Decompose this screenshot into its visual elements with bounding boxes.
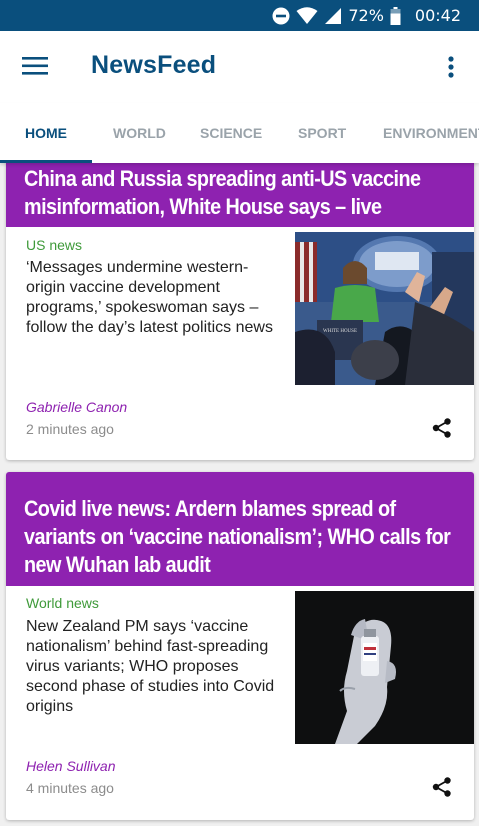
status-bar: 72% 00:42 bbox=[0, 0, 479, 31]
article-author: Helen Sullivan bbox=[26, 758, 116, 774]
more-vert-icon[interactable] bbox=[444, 53, 458, 83]
article-card[interactable]: China and Russia spreading anti-US vacci… bbox=[6, 150, 474, 460]
article-summary: ‘Messages undermine western-origin vacci… bbox=[26, 259, 273, 336]
status-icons: 72% 00:42 bbox=[272, 0, 461, 31]
article-image[interactable]: WHITE HOUSE bbox=[295, 232, 474, 385]
clock: 00:42 bbox=[414, 6, 461, 25]
article-card[interactable]: Covid live news: Ardern blames spread of… bbox=[6, 472, 474, 820]
section-tabs: HOME WORLD SCIENCE SPORT ENVIRONMENT bbox=[0, 103, 479, 163]
article-section[interactable]: US news bbox=[26, 237, 82, 253]
battery-percentage: 72% bbox=[348, 6, 384, 25]
tab-sport[interactable]: SPORT bbox=[298, 103, 346, 163]
tab-science[interactable]: SCIENCE bbox=[200, 103, 262, 163]
tab-environment[interactable]: ENVIRONMENT bbox=[383, 103, 479, 163]
signal-icon bbox=[325, 7, 342, 24]
vaccine-vial-photo bbox=[295, 591, 474, 744]
article-image[interactable] bbox=[295, 591, 474, 744]
article-time: 2 minutes ago bbox=[26, 421, 114, 437]
active-tab-indicator bbox=[0, 160, 92, 163]
battery-icon bbox=[390, 6, 401, 25]
hamburger-menu-icon[interactable] bbox=[22, 55, 48, 77]
article-summary: New Zealand PM says ‘vaccine nationalism… bbox=[26, 618, 275, 715]
do-not-disturb-icon bbox=[272, 7, 290, 24]
article-time: 4 minutes ago bbox=[26, 780, 114, 796]
share-icon[interactable] bbox=[431, 417, 453, 439]
article-section[interactable]: World news bbox=[26, 595, 99, 611]
share-icon[interactable] bbox=[431, 776, 453, 798]
podium-sign-text: WHITE HOUSE bbox=[323, 329, 357, 334]
app-title: NewsFeed bbox=[91, 51, 217, 79]
press-briefing-photo: WHITE HOUSE bbox=[295, 232, 474, 385]
tab-world[interactable]: WORLD bbox=[113, 103, 166, 163]
app-bar: NewsFeed bbox=[0, 31, 479, 103]
wifi-icon bbox=[296, 6, 318, 24]
tab-home[interactable]: HOME bbox=[25, 103, 67, 163]
article-author: Gabrielle Canon bbox=[26, 399, 128, 415]
article-headline[interactable]: Covid live news: Ardern blames spread of… bbox=[6, 472, 474, 586]
